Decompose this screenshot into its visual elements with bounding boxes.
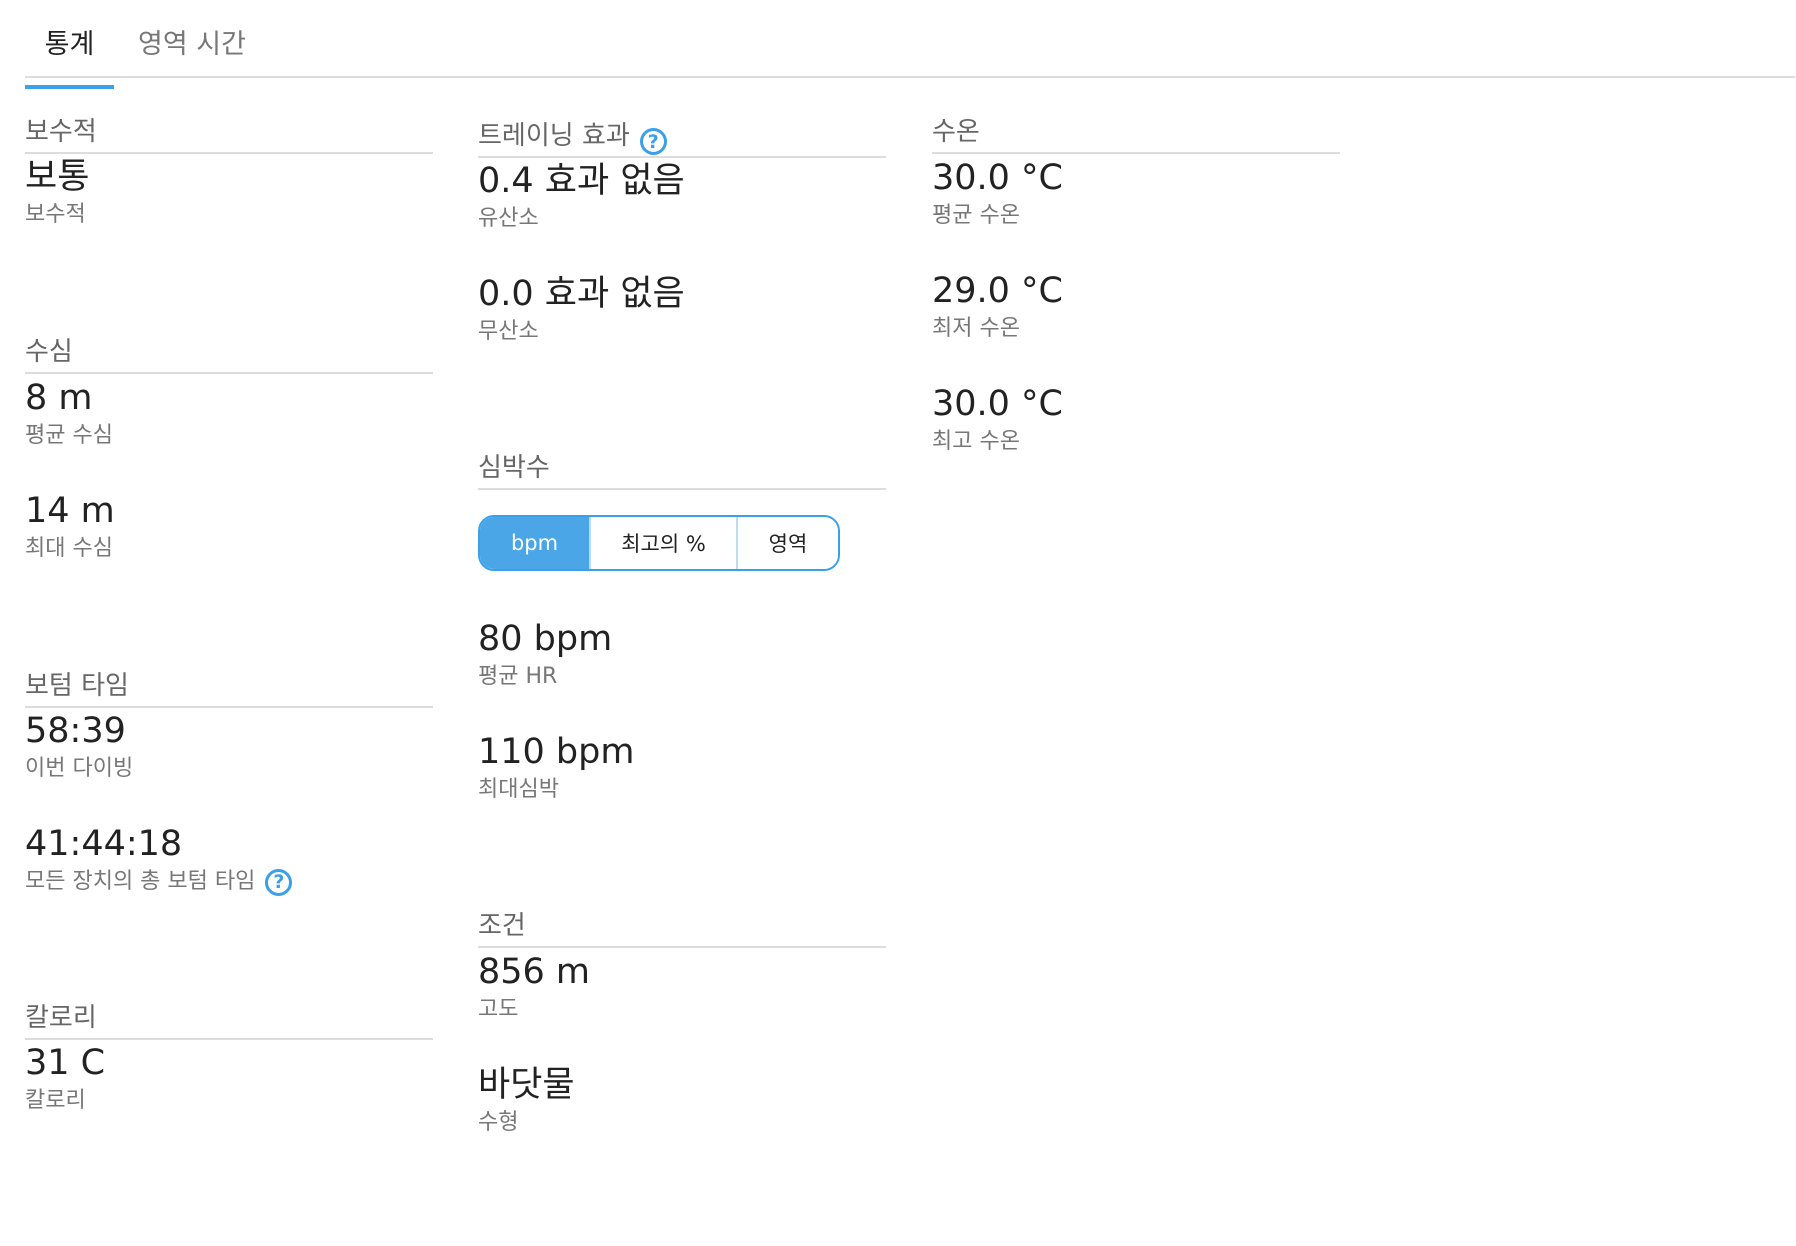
calories-section-title: 칼로리 xyxy=(25,1003,433,1040)
min-water-temp-value: 29.0 °C xyxy=(932,271,1063,311)
aerobic-te-label: 유산소 xyxy=(478,206,539,231)
help-icon[interactable]: ? xyxy=(265,868,293,896)
avg-depth-label: 평균 수심 xyxy=(25,423,113,448)
min-water-temp-stat: 29.0 °C 최저 수온 xyxy=(932,270,1063,344)
dive-bottom-time-label: 이번 다이빙 xyxy=(25,756,134,781)
hr-unit-bpm-option[interactable]: bpm xyxy=(480,517,591,569)
max-hr-value: 110 bpm xyxy=(478,732,635,772)
tab-zone-time[interactable]: 영역 시간 xyxy=(138,22,246,87)
altitude-stat: 856 m 고도 xyxy=(478,951,590,1025)
avg-water-temp-label: 평균 수온 xyxy=(932,203,1020,228)
max-depth-value: 14 m xyxy=(25,491,115,531)
anaerobic-te-value: 0.0 효과 없음 xyxy=(478,274,685,314)
hr-unit-toggle: bpm 최고의 % 영역 xyxy=(478,515,840,571)
conservatism-section-title: 보수적 xyxy=(25,117,433,154)
heart-rate-section-title: 심박수 xyxy=(478,453,886,490)
conservatism-stat: 보통 보수적 xyxy=(25,156,89,230)
altitude-label: 고도 xyxy=(478,997,519,1022)
calories-label: 칼로리 xyxy=(25,1088,86,1113)
water-type-label: 수형 xyxy=(478,1110,519,1135)
total-bottom-time-stat: 41:44:18 모든 장치의 총 보텀 타임 ? xyxy=(25,823,293,897)
conservatism-label: 보수적 xyxy=(25,202,86,227)
anaerobic-te-stat: 0.0 효과 없음 무산소 xyxy=(478,273,685,347)
max-depth-label: 최대 수심 xyxy=(25,536,113,561)
training-effect-title-text: 트레이닝 효과 xyxy=(478,121,630,151)
water-type-value: 바닷물 xyxy=(478,1065,575,1105)
tab-bar: 통계 영역 시간 xyxy=(25,0,1795,89)
min-water-temp-label: 최저 수온 xyxy=(932,316,1020,341)
avg-hr-value: 80 bpm xyxy=(478,619,613,659)
max-hr-stat: 110 bpm 최대심박 xyxy=(478,731,634,805)
bottom-time-section-title: 보텀 타임 xyxy=(25,671,433,708)
conditions-section-title: 조건 xyxy=(478,911,886,948)
dive-bottom-time-stat: 58:39 이번 다이빙 xyxy=(25,710,133,784)
depth-section-title: 수심 xyxy=(25,337,433,374)
hr-unit-zone-option[interactable]: 영역 xyxy=(738,517,838,569)
max-water-temp-value: 30.0 °C xyxy=(932,384,1063,424)
help-icon[interactable]: ? xyxy=(639,128,667,155)
hr-unit-percent-max-option[interactable]: 최고의 % xyxy=(591,517,738,569)
avg-depth-value: 8 m xyxy=(25,378,93,418)
aerobic-te-value: 0.4 효과 없음 xyxy=(478,161,685,201)
total-bottom-time-label-row: 모든 장치의 총 보텀 타임 ? xyxy=(25,867,293,897)
training-effect-section-title: 트레이닝 효과 ? xyxy=(478,118,886,158)
avg-hr-label: 평균 HR xyxy=(478,664,558,689)
max-water-temp-stat: 30.0 °C 최고 수온 xyxy=(932,383,1063,457)
avg-hr-stat: 80 bpm 평균 HR xyxy=(478,618,612,692)
tab-stats[interactable]: 통계 xyxy=(25,22,114,89)
avg-water-temp-stat: 30.0 °C 평균 수온 xyxy=(932,157,1063,231)
avg-water-temp-value: 30.0 °C xyxy=(932,158,1063,198)
dive-bottom-time-value: 58:39 xyxy=(25,711,126,751)
conservatism-value: 보통 xyxy=(25,157,90,197)
calories-value: 31 C xyxy=(25,1043,106,1083)
total-bottom-time-value: 41:44:18 xyxy=(25,824,183,864)
avg-depth-stat: 8 m 평균 수심 xyxy=(25,377,113,451)
max-water-temp-label: 최고 수온 xyxy=(932,429,1020,454)
calories-stat: 31 C 칼로리 xyxy=(25,1042,105,1116)
max-depth-stat: 14 m 최대 수심 xyxy=(25,490,115,564)
water-type-stat: 바닷물 수형 xyxy=(478,1064,575,1138)
water-temp-section-title: 수온 xyxy=(932,117,1340,154)
total-bottom-time-label: 모든 장치의 총 보텀 타임 xyxy=(25,869,256,894)
max-hr-label: 최대심박 xyxy=(478,777,559,802)
aerobic-te-stat: 0.4 효과 없음 유산소 xyxy=(478,160,685,234)
anaerobic-te-label: 무산소 xyxy=(478,319,539,344)
altitude-value: 856 m xyxy=(478,952,591,992)
